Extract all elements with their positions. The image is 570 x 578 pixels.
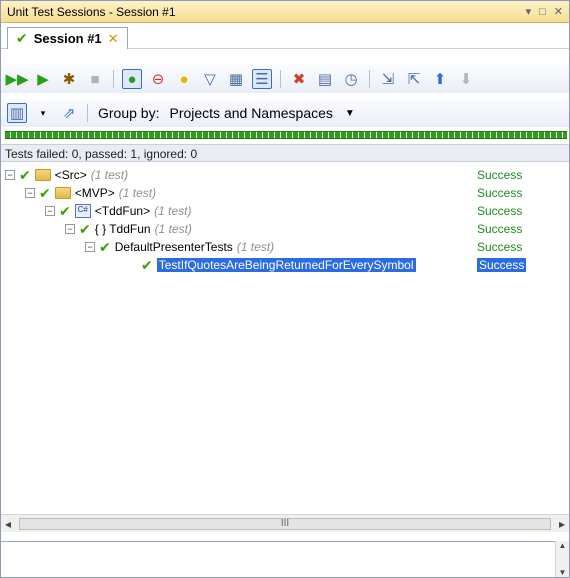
output-vertical-scrollbar[interactable]: ▲ ▼: [555, 541, 569, 577]
scroll-right-icon[interactable]: ▸: [559, 517, 565, 531]
test-count: (1 test): [154, 204, 192, 218]
export-icon[interactable]: ▤: [315, 69, 335, 89]
layout-dropdown-icon[interactable]: ▾: [33, 103, 53, 123]
tree-status: Success: [477, 256, 527, 274]
tree-status: Success: [477, 240, 523, 254]
tab-session-1[interactable]: ✔ Session #1 ✕: [7, 27, 128, 49]
tree-label: <Src>: [54, 168, 87, 182]
collapse-toggle-icon[interactable]: −: [85, 242, 95, 252]
session-tabstrip: ✔ Session #1 ✕: [1, 23, 569, 49]
tree-status: Success: [477, 204, 523, 218]
columns-icon[interactable]: ☰: [252, 69, 272, 89]
tree-label: <TddFun>: [94, 204, 151, 218]
tree-row-test-method[interactable]: ✔ TestIfQuotesAreBeingReturnedForEverySy…: [141, 256, 416, 274]
run-icon[interactable]: ▶: [33, 69, 53, 89]
tree-label: DefaultPresenterTests: [114, 240, 233, 254]
test-progress-bar: [5, 131, 567, 139]
title-bar: Unit Test Sessions - Session #1 ▾ □ ✕: [1, 1, 569, 23]
title-bar-controls: ▾ □ ✕: [526, 5, 563, 19]
scroll-up-icon[interactable]: ▲: [559, 541, 567, 550]
tree-status: Success: [477, 168, 523, 182]
tree-label: { } TddFun: [94, 222, 151, 236]
open-icon[interactable]: ⇗: [59, 103, 79, 123]
success-check-icon: ✔: [19, 166, 31, 183]
collapse-toggle-icon[interactable]: −: [65, 224, 75, 234]
remove-icon[interactable]: ✖: [289, 69, 309, 89]
failed-filter-icon[interactable]: ⊖: [148, 69, 168, 89]
test-count: (1 test): [154, 222, 192, 236]
test-count: (1 test): [90, 168, 129, 182]
tab-close-icon[interactable]: ✕: [108, 31, 119, 47]
success-check-icon: ✔: [141, 256, 153, 273]
grouping-toolbar: ▥ ▾ ⇗ Group by: Projects and Namespaces …: [1, 99, 569, 127]
tab-label: Session #1: [33, 31, 102, 46]
tree-label: TestIfQuotesAreBeingReturnedForEverySymb…: [156, 258, 416, 272]
toolbar-separator: [113, 70, 114, 88]
expand-icon[interactable]: ⇱: [404, 69, 424, 89]
project-icon: C#: [74, 204, 91, 218]
up-icon[interactable]: ⬆: [430, 69, 450, 89]
test-count: (1 test): [236, 240, 275, 254]
success-check-icon: ✔: [59, 202, 71, 219]
filter-icon[interactable]: ▽: [200, 69, 220, 89]
success-check-icon: ✔: [16, 30, 28, 46]
layout-icon[interactable]: ▥: [7, 103, 27, 123]
folder-icon: [34, 169, 51, 181]
tree-status: Success: [477, 222, 523, 236]
groupby-label: Group by:: [98, 105, 160, 121]
groupby-select[interactable]: Projects and Namespaces: [169, 105, 332, 121]
test-count: (1 test): [118, 186, 157, 200]
collapse-toggle-icon[interactable]: −: [5, 170, 15, 180]
test-output-pane: [1, 541, 569, 577]
tree-status-selected: Success: [477, 258, 527, 272]
toolbar-separator: [280, 70, 281, 88]
success-check-icon: ✔: [99, 238, 111, 255]
tree-row-src[interactable]: − ✔ <Src> (1 test): [5, 166, 128, 184]
tree-row-tddfun-project[interactable]: − ✔ C# <TddFun> (1 test): [45, 202, 191, 220]
scroll-thumb[interactable]: III: [19, 517, 551, 530]
show-all-icon[interactable]: ●: [122, 69, 142, 89]
collapse-icon[interactable]: ⇲: [378, 69, 398, 89]
timer-icon[interactable]: ◷: [341, 69, 361, 89]
tree-label: <MVP>: [74, 186, 115, 200]
window-title: Unit Test Sessions - Session #1: [7, 4, 176, 19]
test-summary: Tests failed: 0, passed: 1, ignored: 0: [1, 144, 569, 162]
collapse-toggle-icon[interactable]: −: [25, 188, 35, 198]
window-menu-icon[interactable]: ▾: [526, 5, 532, 18]
chevron-down-icon[interactable]: ▼: [345, 108, 355, 119]
toolbar-separator: [369, 70, 370, 88]
folder-icon: [54, 187, 71, 199]
toolbar-separator: [87, 104, 88, 122]
unit-test-sessions-window: Unit Test Sessions - Session #1 ▾ □ ✕ ✔ …: [0, 0, 570, 578]
stop-icon[interactable]: ■: [85, 69, 105, 89]
test-toolbar: ▶▶ ▶ ✱ ■ ● ⊖ ● ▽ ▦ ☰ ✖ ▤ ◷ ⇲ ⇱ ⬆ ⬇: [1, 65, 569, 93]
horizontal-scrollbar[interactable]: ◂ III ▸: [1, 514, 569, 532]
scroll-down-icon[interactable]: ▼: [559, 568, 567, 577]
success-check-icon: ✔: [79, 220, 91, 237]
ignored-filter-icon[interactable]: ●: [174, 69, 194, 89]
test-tree: − ✔ <Src> (1 test) Success − ✔ <MVP> (1 …: [1, 162, 569, 510]
tree-row-mvp[interactable]: − ✔ <MVP> (1 test): [25, 184, 156, 202]
down-icon[interactable]: ⬇: [456, 69, 476, 89]
tree-row-tddfun-namespace[interactable]: − ✔ { } TddFun (1 test): [65, 220, 192, 238]
window-close-icon[interactable]: ✕: [554, 5, 563, 18]
collapse-toggle-icon[interactable]: −: [45, 206, 55, 216]
tree-status: Success: [477, 186, 523, 200]
tree-row-defaultpresentertests[interactable]: − ✔ DefaultPresenterTests (1 test): [85, 238, 274, 256]
scroll-left-icon[interactable]: ◂: [5, 517, 11, 531]
success-check-icon: ✔: [39, 184, 51, 201]
debug-icon[interactable]: ✱: [59, 69, 79, 89]
window-restore-icon[interactable]: □: [539, 6, 546, 18]
run-all-icon[interactable]: ▶▶: [5, 69, 28, 89]
group-icon[interactable]: ▦: [226, 69, 246, 89]
